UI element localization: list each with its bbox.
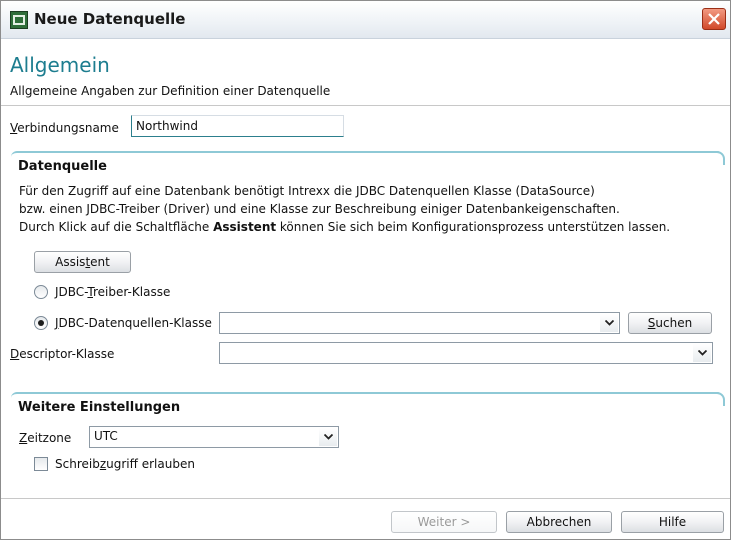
page-heading: Allgemein	[10, 53, 110, 77]
jdbc-datasource-radio[interactable]	[34, 316, 48, 330]
datasource-group-title: Datenquelle	[18, 159, 107, 174]
search-button[interactable]: Suchen	[628, 312, 712, 334]
assistant-button[interactable]: Assistent	[34, 251, 131, 273]
dialog-window: Neue Datenquelle Allgemein Allgemeine An…	[0, 0, 731, 540]
jdbc-driver-radio[interactable]	[34, 285, 48, 299]
timezone-label: Zeitzone	[19, 431, 72, 445]
combo-dropdown-button[interactable]	[600, 314, 618, 332]
datasource-description-line2: bzw. einen JDBC-Treiber (Driver) und ein…	[19, 202, 620, 216]
page-subheading: Allgemeine Angaben zur Definition einer …	[10, 84, 331, 98]
chevron-down-icon	[605, 320, 614, 326]
timezone-value: UTC	[94, 429, 118, 443]
window-title: Neue Datenquelle	[34, 10, 186, 28]
jdbc-driver-radio-label[interactable]: JDBC-Treiber-Klasse	[55, 285, 170, 299]
help-button[interactable]: Hilfe	[621, 511, 724, 533]
chevron-down-icon	[324, 434, 333, 440]
descriptor-class-label: Descriptor-Klasse	[10, 347, 115, 361]
combo-dropdown-button[interactable]	[319, 428, 337, 446]
write-access-label[interactable]: Schreibzugriff erlauben	[55, 457, 195, 471]
close-icon	[708, 13, 720, 25]
app-icon	[10, 11, 28, 29]
cancel-button[interactable]: Abbrechen	[506, 511, 612, 533]
datasource-description-line3: Durch Klick auf die Schaltfläche Assiste…	[19, 220, 671, 234]
footer-divider	[1, 498, 730, 499]
jdbc-datasource-class-combo[interactable]	[219, 312, 620, 334]
header-divider	[1, 105, 730, 106]
timezone-combo[interactable]: UTC	[89, 426, 339, 448]
further-settings-group-title: Weitere Einstellungen	[18, 400, 181, 415]
connection-name-label: Verbindungsname	[10, 121, 119, 135]
close-button[interactable]	[702, 8, 726, 30]
next-button[interactable]: Weiter >	[391, 511, 497, 533]
write-access-checkbox[interactable]	[34, 457, 48, 471]
datasource-description-line1: Für den Zugriff auf eine Datenbank benöt…	[19, 184, 595, 198]
combo-dropdown-button[interactable]	[693, 344, 711, 362]
chevron-down-icon	[698, 350, 707, 356]
descriptor-class-combo[interactable]	[219, 342, 713, 364]
connection-name-input[interactable]: Northwind	[131, 115, 344, 137]
title-bar[interactable]: Neue Datenquelle	[1, 1, 730, 39]
jdbc-datasource-radio-label[interactable]: JDBC-Datenquellen-Klasse	[55, 316, 212, 330]
